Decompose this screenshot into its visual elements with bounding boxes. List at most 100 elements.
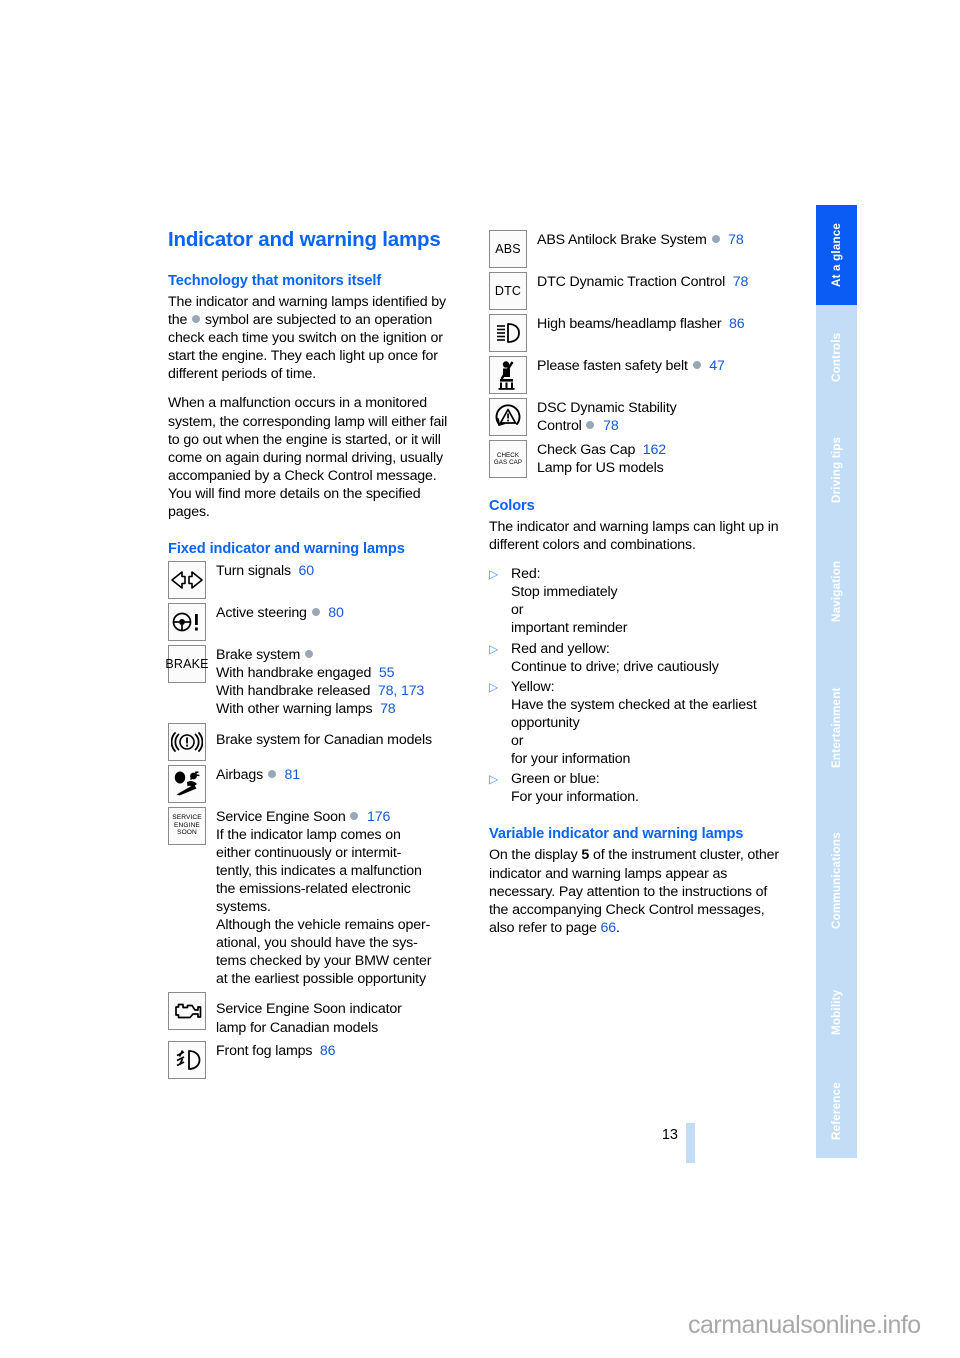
table-cell: Brake system for Canadian models bbox=[216, 723, 460, 749]
table-row: Brake system for Canadian models bbox=[168, 722, 460, 761]
ses-body-line: Although the vehicle remains oper- bbox=[216, 917, 431, 934]
tab-navigation[interactable]: Navigation bbox=[816, 529, 857, 654]
lamp-label: Check Gas Cap bbox=[537, 442, 636, 458]
intro-text-b: symbol are subjected to an operation che… bbox=[168, 312, 443, 383]
table-row: Front fog lamps 86 bbox=[168, 1040, 460, 1079]
abs-icon: ABS bbox=[489, 230, 527, 268]
tab-communications[interactable]: Communications bbox=[816, 802, 857, 959]
tab-label: Controls bbox=[830, 332, 843, 383]
right-lamps-table: ABS ABS Antilock Brake System 78 DTC DTC… bbox=[489, 230, 781, 478]
colors-list: ▷ Red: Stop immediately or important rem… bbox=[489, 565, 781, 806]
service-engine-soon-icon: SERVICE ENGINE SOON bbox=[168, 806, 206, 845]
lamp-label: Brake system bbox=[216, 647, 301, 664]
page-ref: 78 bbox=[380, 701, 396, 718]
ses-icon-line1: SERVICE bbox=[172, 814, 202, 822]
safety-belt-icon bbox=[489, 356, 527, 394]
right-column: ABS ABS Antilock Brake System 78 DTC DTC… bbox=[489, 228, 781, 937]
operation-check-dot-icon bbox=[692, 361, 701, 369]
lamp-label: High beams/headlamp flasher bbox=[537, 316, 722, 332]
dtc-icon-text: DTC bbox=[494, 284, 522, 298]
page-ref: 78, 173 bbox=[377, 683, 425, 700]
page-ref: 81 bbox=[284, 766, 300, 783]
color-line: Yellow: bbox=[511, 678, 555, 695]
front-fog-lamps-icon bbox=[168, 1040, 206, 1079]
table-row: Service Engine Soon indicator lamp for C… bbox=[168, 992, 460, 1036]
lamp-label: ABS Antilock Brake System bbox=[537, 232, 707, 248]
turn-signals-icon bbox=[168, 561, 206, 600]
tab-label: Driving tips bbox=[830, 436, 843, 503]
tab-at-a-glance[interactable]: At a glance bbox=[816, 205, 857, 305]
colors-intro: The indicator and warning lamps can ligh… bbox=[489, 519, 779, 554]
operation-check-dot-icon bbox=[192, 315, 201, 324]
ses-icon-line3: SOON bbox=[177, 829, 197, 837]
lamp-label: Please fasten safety belt bbox=[537, 358, 688, 374]
lamp-label: Front fog lamps bbox=[216, 1042, 313, 1059]
color-line: Have the system checked at the earliest bbox=[511, 696, 757, 713]
high-beams-icon bbox=[489, 314, 527, 352]
lamp-label: Active steering bbox=[216, 605, 307, 622]
page-ref: 47 bbox=[709, 358, 725, 374]
color-line: Red and yellow: bbox=[511, 640, 610, 657]
ses-body-line: ational, you should have the sys- bbox=[216, 935, 418, 952]
operation-check-dot-icon bbox=[350, 811, 359, 820]
lamp-label-line2: Control bbox=[537, 418, 582, 435]
color-line: for your information bbox=[511, 751, 631, 768]
engine-canadian-icon bbox=[168, 992, 206, 1031]
color-line: Red: bbox=[511, 566, 541, 583]
page-ref: 80 bbox=[328, 605, 344, 622]
color-line: or bbox=[511, 602, 524, 619]
table-row: BRAKE Brake system With handbrake engage… bbox=[165, 645, 460, 718]
page-ref: 86 bbox=[729, 316, 745, 332]
section-heading-colors: Colors bbox=[489, 498, 535, 514]
operation-check-dot-icon bbox=[711, 235, 720, 243]
page-number: 13 bbox=[661, 1127, 678, 1143]
lamp-label: DTC Dynamic Traction Control bbox=[537, 274, 726, 290]
page-ref: 78 bbox=[603, 418, 619, 435]
color-line: Stop immediately bbox=[511, 584, 618, 601]
lamp-label: Turn signals bbox=[216, 563, 291, 580]
table-cell: Brake system With handbrake engaged 55 W… bbox=[216, 645, 460, 718]
section-heading-variable-lamps: Variable indicator and warning lamps bbox=[489, 826, 744, 843]
list-item: ▷ Green or blue: For your information. bbox=[489, 770, 781, 806]
arrow-bullet-icon: ▷ bbox=[489, 772, 499, 787]
list-item: ▷ Red: Stop immediately or important rem… bbox=[489, 565, 781, 637]
abs-icon-text: ABS bbox=[495, 242, 521, 256]
tab-controls[interactable]: Controls bbox=[816, 305, 857, 410]
tab-entertainment[interactable]: Entertainment bbox=[816, 654, 857, 802]
site-watermark: carmanualsonline.info bbox=[688, 1311, 921, 1339]
ses-body-line: tems checked by your BMW center bbox=[216, 953, 432, 970]
tab-mobility[interactable]: Mobility bbox=[816, 959, 857, 1065]
page-ref: 60 bbox=[298, 563, 315, 580]
tab-driving-tips[interactable]: Driving tips bbox=[816, 410, 857, 529]
gas-cap-icon-line1: CHECK bbox=[496, 451, 520, 459]
tab-label: At a glance bbox=[830, 222, 843, 288]
tab-reference[interactable]: Reference bbox=[816, 1065, 857, 1158]
page-title: Indicator and warning lamps bbox=[168, 228, 441, 251]
list-item-body: Green or blue: For your information. bbox=[511, 770, 781, 806]
ses-body-line: If the indicator lamp comes on bbox=[216, 826, 401, 843]
operation-check-dot-icon bbox=[311, 608, 320, 617]
chapter-tabs: At a glance Controls Driving tips Naviga… bbox=[816, 205, 857, 1158]
ses-body-line: the emissions-related electronic bbox=[216, 880, 411, 897]
table-row: CHECK GAS CAP Check Gas Cap 162 Lamp for… bbox=[489, 440, 781, 478]
table-row: High beams/headlamp flasher 86 bbox=[489, 314, 781, 352]
table-cell: Airbags 81 bbox=[216, 765, 460, 784]
color-line: important reminder bbox=[511, 620, 628, 637]
lamp-label-line: lamp for Canadian models bbox=[216, 1019, 379, 1036]
table-cell: DSC Dynamic Stability Control 78 bbox=[537, 398, 781, 435]
lamp-label-line: Service Engine Soon indicator bbox=[216, 1001, 402, 1018]
fixed-lamps-table: Turn signals 60 Active steering 80 BRAKE… bbox=[165, 561, 460, 1079]
lamp-label: Airbags bbox=[216, 766, 264, 783]
display-number: 5 bbox=[581, 847, 590, 864]
lamp-label: Brake system for Canadian models bbox=[216, 731, 432, 748]
tab-label: Communications bbox=[830, 832, 843, 929]
intro-paragraph-1: The indicator and warning lamps identifi… bbox=[168, 293, 460, 383]
arrow-bullet-icon: ▷ bbox=[489, 641, 499, 656]
gas-cap-icon-line2: GAS CAP bbox=[493, 459, 523, 466]
page-ref: 176 bbox=[367, 808, 391, 825]
table-row: ABS ABS Antilock Brake System 78 bbox=[489, 230, 781, 268]
color-line: or bbox=[511, 733, 524, 750]
arrow-bullet-icon: ▷ bbox=[489, 679, 499, 694]
table-cell: DTC Dynamic Traction Control 78 bbox=[537, 272, 781, 291]
table-row: Airbags 81 bbox=[168, 764, 460, 803]
